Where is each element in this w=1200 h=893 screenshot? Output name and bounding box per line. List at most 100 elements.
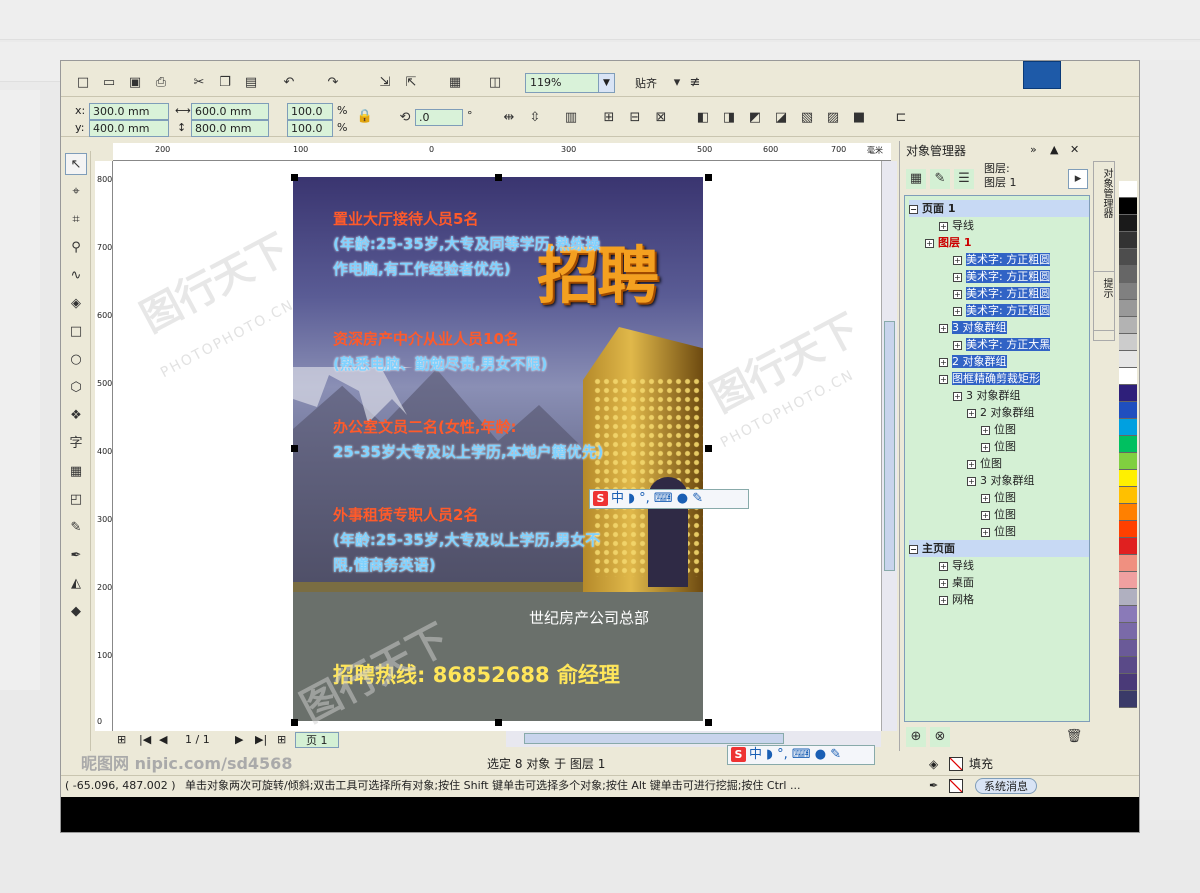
expand-toggle-icon[interactable]: − <box>909 204 918 214</box>
expand-toggle-icon[interactable]: + <box>953 289 962 299</box>
palette-swatch[interactable] <box>1119 300 1137 317</box>
palette-swatch[interactable] <box>1119 470 1137 487</box>
lock-ratio-icon[interactable]: 🔒 <box>355 107 375 127</box>
palette-swatch[interactable] <box>1119 572 1137 589</box>
tree-row[interactable]: + 位图 <box>981 489 1016 506</box>
expand-toggle-icon[interactable]: + <box>939 561 948 571</box>
expand-toggle-icon[interactable]: + <box>981 527 990 537</box>
new-icon[interactable]: □ <box>73 73 93 93</box>
edit-across-layers-icon[interactable]: ✎ <box>930 169 950 189</box>
ime-mode[interactable]: 中 <box>749 747 762 762</box>
collapse-panel-icon[interactable]: ▲ <box>1050 143 1058 156</box>
tree-row[interactable]: + 桌面 <box>939 574 974 591</box>
height-field[interactable]: 800.0 mm <box>191 120 269 137</box>
create-boundary-icon[interactable]: ⊏ <box>891 108 911 128</box>
zoom-combo[interactable]: 119% ▼ <box>525 73 615 93</box>
expand-toggle-icon[interactable]: + <box>981 442 990 452</box>
delete-icon[interactable]: 🗑 <box>1064 727 1084 747</box>
first-page-icon[interactable]: |◀ <box>139 731 151 749</box>
cut-icon[interactable]: ✂ <box>189 73 209 93</box>
tree-row[interactable]: − 主页面 <box>909 540 1089 557</box>
drawing-canvas[interactable]: 招聘 置业大厅接待人员5名 (年龄:25-35岁,大专及同等学历,熟练操作电脑,… <box>113 161 881 731</box>
basic-shapes-tool-icon[interactable]: ❖ <box>65 405 87 427</box>
tree-row[interactable]: + 导线 <box>939 217 974 234</box>
palette-swatch[interactable] <box>1119 538 1137 555</box>
palette-swatch[interactable] <box>1119 249 1137 266</box>
palette-swatch[interactable] <box>1119 623 1137 640</box>
expand-toggle-icon[interactable]: + <box>967 459 976 469</box>
polygon-tool-icon[interactable]: ⬡ <box>65 377 87 399</box>
back-minus-front-icon[interactable]: ■ <box>849 108 869 128</box>
palette-swatch[interactable] <box>1119 317 1137 334</box>
palette-swatch[interactable] <box>1119 198 1137 215</box>
x-position-field[interactable]: 300.0 mm <box>89 103 169 120</box>
palette-swatch[interactable] <box>1119 521 1137 538</box>
expand-toggle-icon[interactable]: + <box>939 578 948 588</box>
outline-tool-icon[interactable]: ✒ <box>65 545 87 567</box>
weld-icon[interactable]: ◨ <box>719 108 739 128</box>
freehand-tool-icon[interactable]: ∿ <box>65 265 87 287</box>
close-panel-icon[interactable]: ✕ <box>1070 143 1079 156</box>
palette-swatch[interactable] <box>1119 351 1137 368</box>
vertical-scrollbar[interactable] <box>881 161 897 731</box>
undo-icon[interactable]: ↶ <box>279 73 299 93</box>
open-icon[interactable]: ▭ <box>99 73 119 93</box>
palette-swatch[interactable] <box>1119 266 1137 283</box>
tree-row[interactable]: + 美术字: 方正粗圆 <box>953 302 1051 319</box>
palette-swatch[interactable] <box>1119 402 1137 419</box>
table-tool-icon[interactable]: ▦ <box>65 461 87 483</box>
vertical-ruler[interactable]: 800 700 600 500 400 300 200 100 0 <box>95 161 113 731</box>
tree-row[interactable]: + 美术字: 方正粗圆 <box>953 285 1051 302</box>
expand-toggle-icon[interactable]: + <box>967 408 976 418</box>
expand-toggle-icon[interactable]: + <box>939 323 948 333</box>
horizontal-ruler[interactable]: 200 100 0 300 500 600 700 毫米 <box>113 143 891 161</box>
expand-panel-icon[interactable]: » <box>1030 143 1037 156</box>
pick-tool-icon[interactable]: ↖ <box>65 153 87 175</box>
expand-toggle-icon[interactable]: + <box>939 357 948 367</box>
snap-dropdown-icon[interactable]: ▾ <box>667 73 687 93</box>
export-icon[interactable]: ⇱ <box>401 73 421 93</box>
paste-icon[interactable]: ▤ <box>241 73 261 93</box>
mirror-v-icon[interactable]: ⇳ <box>525 108 545 128</box>
palette-swatch[interactable] <box>1119 385 1137 402</box>
selection-handle[interactable] <box>495 174 502 181</box>
eyedropper-tool-icon[interactable]: ✎ <box>65 517 87 539</box>
new-layer-icon[interactable]: ⊕ <box>906 727 926 747</box>
crop-tool-icon[interactable]: ⌗ <box>65 209 87 231</box>
layer-manager-view-icon[interactable]: ☰ <box>954 169 974 189</box>
tree-row[interactable]: +3 对象群组 <box>967 472 1035 489</box>
add-page-icon[interactable]: ⊞ <box>117 731 126 749</box>
palette-swatch[interactable] <box>1119 436 1137 453</box>
front-minus-back-icon[interactable]: ▨ <box>823 108 843 128</box>
panel-menu-icon[interactable]: ▸ <box>1068 169 1088 189</box>
expand-toggle-icon[interactable]: + <box>953 340 962 350</box>
tree-row[interactable]: + 美术字: 方正粗圆 <box>953 251 1051 268</box>
palette-swatch[interactable] <box>1119 368 1137 385</box>
tree-row[interactable]: + 位图 <box>981 438 1016 455</box>
palette-swatch[interactable] <box>1119 334 1137 351</box>
tree-row[interactable]: + 位图 <box>981 421 1016 438</box>
tree-row[interactable]: + 图层 1 <box>925 234 971 251</box>
palette-swatch[interactable] <box>1119 453 1137 470</box>
save-icon[interactable]: ▣ <box>125 73 145 93</box>
tree-row[interactable]: − 页面 1 <box>909 200 1089 217</box>
expand-toggle-icon[interactable]: + <box>953 272 962 282</box>
combine-icon[interactable]: ◧ <box>693 108 713 128</box>
app-launcher-icon[interactable]: ▦ <box>445 73 465 93</box>
ime-toolbar-bottom[interactable]: S中 ◗ °, ⌨ ● ✎ <box>727 745 875 765</box>
expand-toggle-icon[interactable]: + <box>939 221 948 231</box>
tree-row[interactable]: + 美术字: 方正粗圆 <box>953 268 1051 285</box>
group-icon[interactable]: ⊞ <box>599 108 619 128</box>
palette-swatch[interactable] <box>1119 232 1137 249</box>
mirror-h-icon[interactable]: ⇹ <box>499 108 519 128</box>
palette-swatch[interactable] <box>1119 504 1137 521</box>
expand-toggle-icon[interactable]: + <box>953 306 962 316</box>
tree-row[interactable]: +2 对象群组 <box>967 404 1035 421</box>
ime-toolbar[interactable]: S中 ◗ °, ⌨ ● ✎ <box>589 489 749 509</box>
palette-swatch[interactable] <box>1119 555 1137 572</box>
text-tool-icon[interactable]: 字 <box>65 433 87 455</box>
palette-swatch[interactable] <box>1119 589 1137 606</box>
palette-swatch[interactable] <box>1119 215 1137 232</box>
tree-row[interactable]: +2 对象群组 <box>939 353 1007 370</box>
palette-swatch[interactable] <box>1119 487 1137 504</box>
